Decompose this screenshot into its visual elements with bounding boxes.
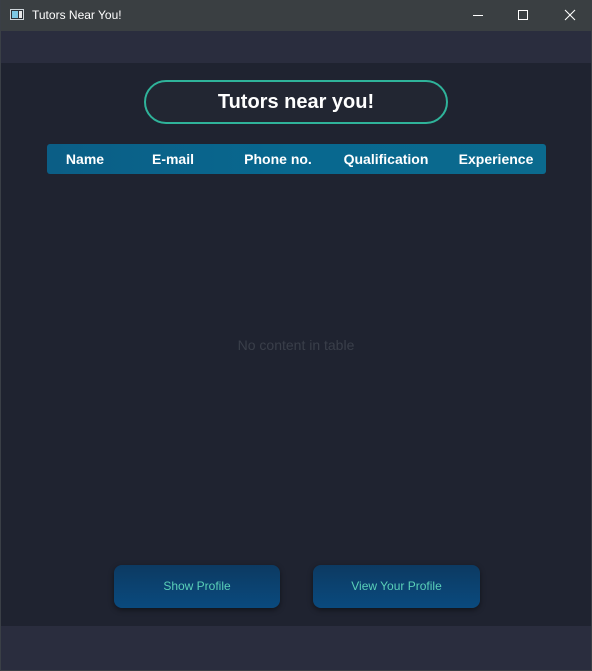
column-header-email[interactable]: E-mail <box>123 144 223 174</box>
column-header-experience[interactable]: Experience <box>439 144 553 174</box>
title-bar: Tutors Near You! <box>1 0 592 31</box>
page-title: Tutors near you! <box>144 80 448 124</box>
maximize-button[interactable] <box>501 0 547 31</box>
column-header-phone[interactable]: Phone no. <box>223 144 333 174</box>
bottom-status-strip <box>1 626 591 670</box>
app-window: Tutors Near You! Tutors near you! Name E… <box>0 0 592 671</box>
top-toolbar-strip <box>1 31 591 63</box>
view-your-profile-button[interactable]: View Your Profile <box>313 565 480 608</box>
close-icon <box>564 9 576 21</box>
column-header-qualification[interactable]: Qualification <box>333 144 439 174</box>
close-button[interactable] <box>547 0 592 31</box>
window-title: Tutors Near You! <box>32 8 122 22</box>
show-profile-button[interactable]: Show Profile <box>114 565 280 608</box>
minimize-button[interactable] <box>455 0 501 31</box>
column-header-name[interactable]: Name <box>47 144 123 174</box>
table-header: Name E-mail Phone no. Qualification Expe… <box>47 144 546 174</box>
app-window-icon <box>10 9 24 20</box>
table-empty-placeholder: No content in table <box>237 337 355 353</box>
